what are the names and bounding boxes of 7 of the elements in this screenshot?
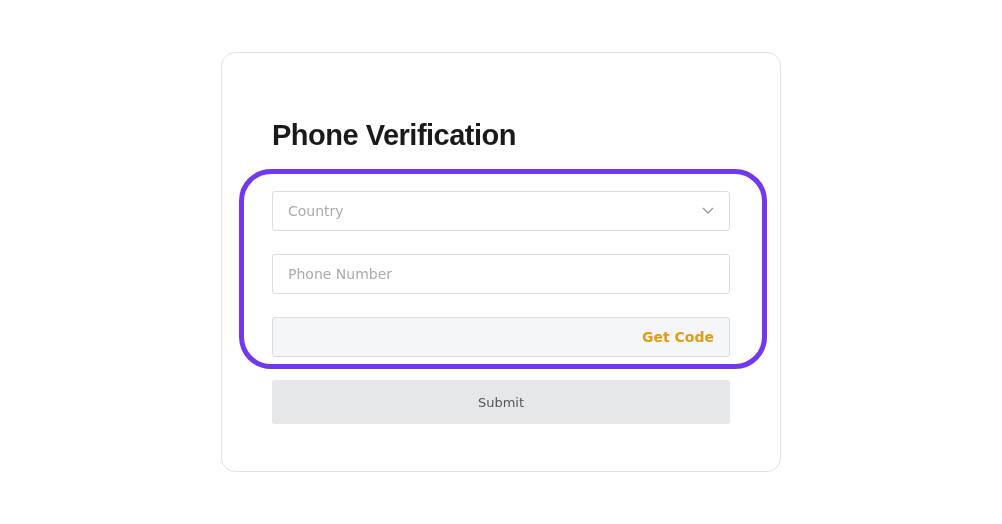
code-field[interactable]: Get Code [272,317,730,357]
country-select[interactable]: Country [272,191,730,231]
phone-input[interactable]: Phone Number [272,254,730,294]
get-code-button[interactable]: Get Code [642,329,714,345]
page-title: Phone Verification [272,118,517,153]
select-placeholder: Country [288,203,344,219]
chevron-down-icon [702,207,714,215]
